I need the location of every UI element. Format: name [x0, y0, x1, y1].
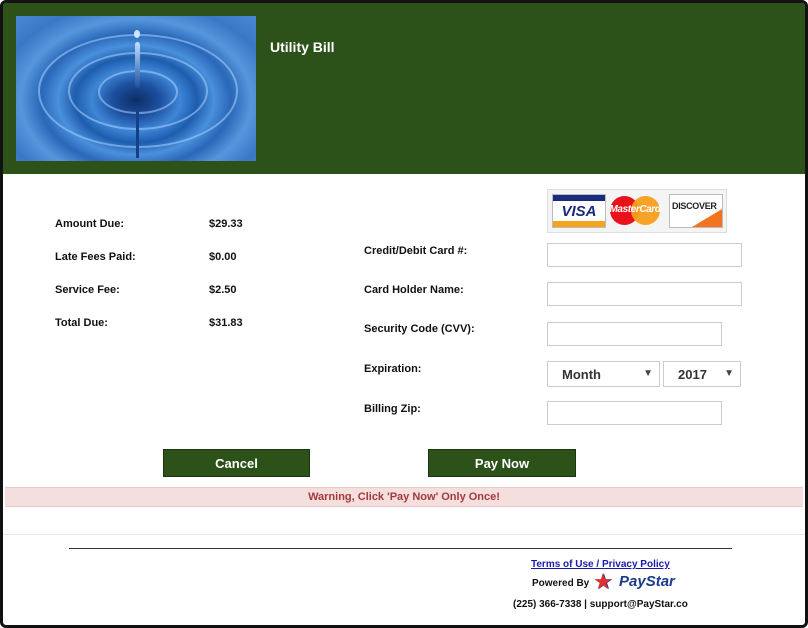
visa-logo-icon: VISA: [552, 194, 606, 228]
expiration-label: Expiration:: [364, 363, 422, 375]
header-banner: Utility Bill: [3, 3, 805, 174]
water-drop-image: [16, 16, 256, 161]
card-holder-input[interactable]: [547, 282, 742, 306]
page-title: Utility Bill: [270, 39, 335, 55]
water-drop-icon: [134, 30, 140, 38]
billing-zip-label: Billing Zip:: [364, 403, 421, 415]
pay-once-warning: Warning, Click 'Pay Now' Only Once!: [5, 487, 803, 507]
mastercard-logo-icon: MasterCard: [609, 194, 661, 226]
discover-logo-icon: DISCOVER: [669, 194, 723, 228]
month-value: Month: [562, 367, 601, 382]
late-fees-value: $0.00: [209, 251, 237, 263]
footer-separator: [3, 534, 805, 535]
total-due-label: Total Due:: [55, 317, 108, 329]
expiration-month-select[interactable]: Month ▼: [547, 361, 660, 387]
support-contact: (225) 366-7338 | support@PayStar.co: [513, 599, 688, 610]
pay-now-button[interactable]: Pay Now: [428, 449, 576, 477]
accepted-cards: VISA MasterCard DISCOVER: [547, 189, 727, 233]
card-number-input[interactable]: [547, 243, 742, 267]
water-splash-column: [135, 42, 140, 88]
cvv-label: Security Code (CVV):: [364, 323, 475, 335]
powered-by-text: Powered By: [532, 578, 590, 589]
service-fee-value: $2.50: [209, 284, 237, 296]
card-holder-label: Card Holder Name:: [364, 284, 464, 296]
cvv-input[interactable]: [547, 322, 722, 346]
payment-frame: Utility Bill Amount Due: $29.33 Late Fee…: [0, 0, 808, 628]
paystar-star-icon: ★: [593, 569, 613, 594]
paystar-logo: PayStar: [619, 573, 675, 590]
total-due-value: $31.83: [209, 317, 243, 329]
expiration-year-select[interactable]: 2017 ▼: [663, 361, 741, 387]
footer-rule: [69, 548, 732, 549]
billing-zip-input[interactable]: [547, 401, 722, 425]
dropdown-arrow-icon: ▼: [724, 368, 734, 379]
amount-due-value: $29.33: [209, 218, 243, 230]
amount-due-label: Amount Due:: [55, 218, 125, 230]
water-reflection: [136, 108, 139, 158]
late-fees-label: Late Fees Paid:: [55, 251, 136, 263]
service-fee-label: Service Fee:: [55, 284, 120, 296]
dropdown-arrow-icon: ▼: [643, 368, 653, 379]
card-number-label: Credit/Debit Card #:: [364, 245, 468, 257]
cancel-button[interactable]: Cancel: [163, 449, 310, 477]
year-value: 2017: [678, 367, 707, 382]
